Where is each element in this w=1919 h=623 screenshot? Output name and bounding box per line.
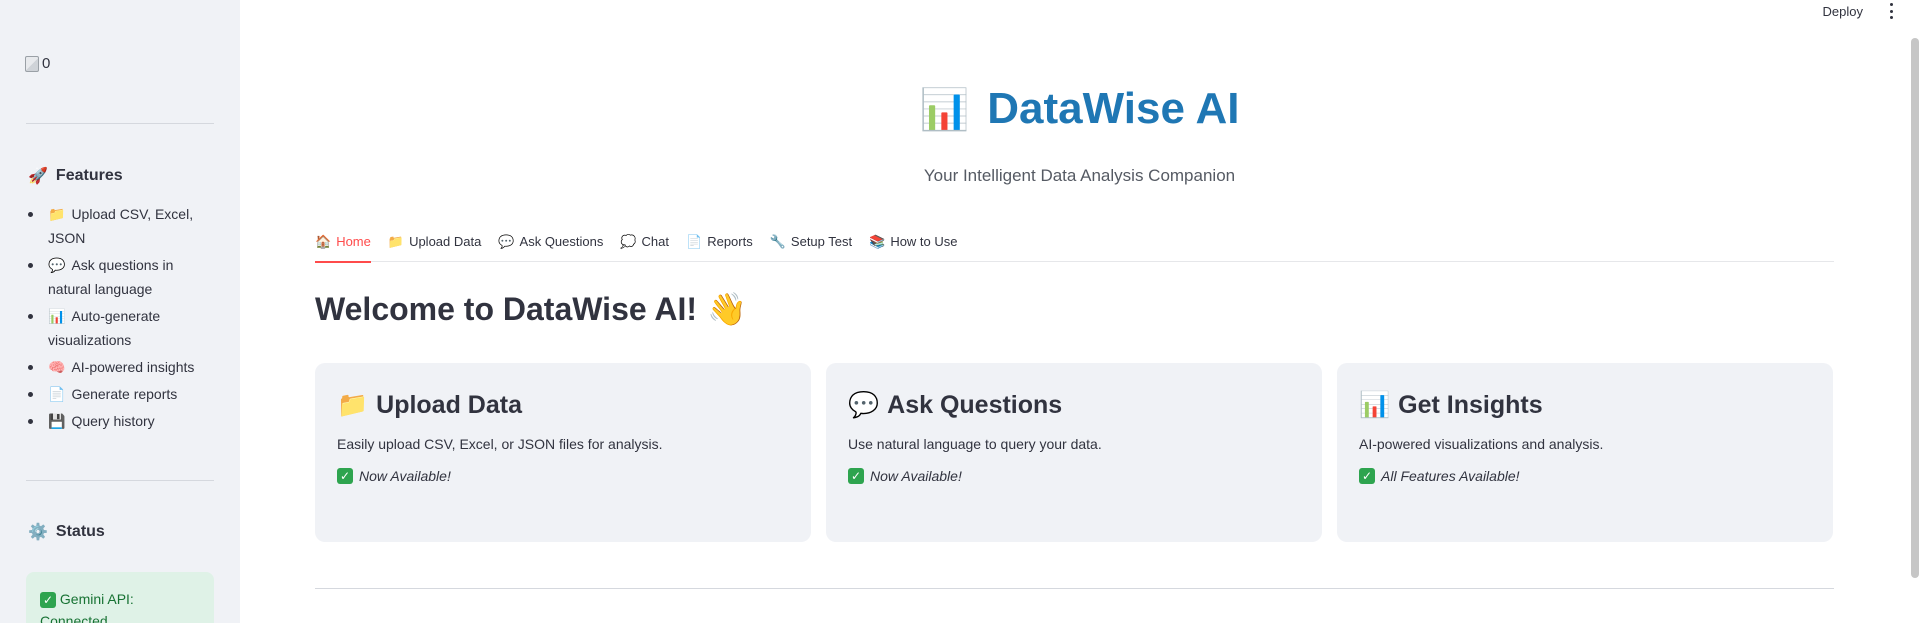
sidebar-divider bbox=[26, 123, 214, 124]
folder-icon: 📁 bbox=[48, 206, 66, 222]
deploy-button[interactable]: Deploy bbox=[1819, 2, 1867, 21]
status-success-box: ✓ Gemini API: Connected bbox=[26, 572, 214, 623]
features-heading: 🚀 Features bbox=[28, 166, 123, 186]
floppy-disk-icon: 💾 bbox=[48, 413, 66, 429]
tab-label: Setup Test bbox=[790, 234, 853, 249]
card-upload-data: 📁 Upload Data Easily upload CSV, Excel, … bbox=[315, 363, 811, 542]
list-item: 📁 Upload CSV, Excel, JSON bbox=[26, 202, 206, 250]
card-title-text: Ask Questions bbox=[887, 391, 1063, 419]
tab-label: Upload Data bbox=[409, 234, 482, 249]
list-item: 💬 Ask questions in natural language bbox=[26, 253, 206, 301]
card-description: AI-powered visualizations and analysis. bbox=[1359, 436, 1604, 452]
list-item: 🧠 AI-powered insights bbox=[26, 355, 206, 379]
document-icon: 📄 bbox=[48, 386, 66, 402]
folder-icon: 📁 bbox=[337, 391, 369, 419]
card-title: 📁 Upload Data bbox=[337, 391, 789, 420]
card-ask-questions: 💬 Ask Questions Use natural language to … bbox=[826, 363, 1322, 542]
feature-label: Upload CSV, Excel, JSON bbox=[48, 206, 194, 246]
feature-label: AI-powered insights bbox=[71, 359, 195, 375]
speech-bubble-icon: 💬 bbox=[48, 257, 66, 273]
tab-chat[interactable]: 💭 Chat bbox=[620, 232, 669, 262]
card-title-text: Upload Data bbox=[376, 391, 522, 419]
page-title-text: DataWise AI bbox=[987, 84, 1240, 133]
wrench-icon: 🔧 bbox=[769, 234, 786, 249]
section-divider bbox=[315, 588, 1834, 589]
card-description: Easily upload CSV, Excel, or JSON files … bbox=[337, 436, 663, 452]
tab-setup-test[interactable]: 🔧 Setup Test bbox=[770, 232, 852, 262]
check-icon: ✓ bbox=[337, 468, 353, 484]
card-status-text: Now Available! bbox=[870, 468, 962, 484]
check-icon: ✓ bbox=[1359, 468, 1375, 484]
feature-label: Query history bbox=[71, 413, 155, 429]
tab-label: Reports bbox=[707, 234, 753, 249]
card-title: 📊 Get Insights bbox=[1359, 391, 1811, 420]
list-item: 📊 Auto-generate visualizations bbox=[26, 304, 206, 352]
sidebar: 0 🚀 Features 📁 Upload CSV, Excel, JSON 💬 A… bbox=[0, 0, 240, 623]
brain-icon: 🧠 bbox=[48, 359, 66, 375]
more-menu-icon[interactable] bbox=[1887, 3, 1895, 19]
tab-home[interactable]: 🏠 Home bbox=[315, 232, 371, 263]
welcome-heading: Welcome to DataWise AI! 👋 bbox=[315, 290, 747, 328]
feature-cards: 📁 Upload Data Easily upload CSV, Excel, … bbox=[315, 363, 1833, 542]
tab-label: How to Use bbox=[890, 234, 958, 249]
card-status-text: Now Available! bbox=[359, 468, 451, 484]
logo-image: 0 bbox=[25, 55, 50, 72]
gear-icon: ⚙️ bbox=[28, 524, 48, 541]
status-heading: ⚙️ Status bbox=[28, 522, 105, 542]
card-status: ✓ Now Available! bbox=[337, 468, 789, 484]
tab-bar: 🏠 Home 📁 Upload Data 💬 Ask Questions 💭 C… bbox=[315, 232, 1834, 263]
books-icon: 📚 bbox=[869, 234, 886, 249]
tab-upload-data[interactable]: 📁 Upload Data bbox=[388, 232, 481, 262]
card-title: 💬 Ask Questions bbox=[848, 391, 1300, 420]
tab-label: Chat bbox=[641, 234, 670, 249]
tab-label: Ask Questions bbox=[519, 234, 604, 249]
tab-label: Home bbox=[336, 234, 371, 249]
status-heading-label: Status bbox=[55, 523, 105, 540]
sidebar-divider bbox=[26, 480, 214, 481]
card-title-text: Get Insights bbox=[1398, 391, 1543, 419]
feature-label: Generate reports bbox=[71, 386, 178, 402]
features-heading-label: Features bbox=[55, 167, 123, 184]
house-icon: 🏠 bbox=[315, 234, 332, 249]
speech-bubble-icon: 💬 bbox=[848, 391, 880, 419]
card-description: Use natural language to query your data. bbox=[848, 436, 1102, 452]
card-status: ✓ All Features Available! bbox=[1359, 468, 1811, 484]
welcome-heading-text: Welcome to DataWise AI! bbox=[315, 290, 698, 327]
list-item: 💾 Query history bbox=[26, 409, 206, 433]
card-status-text: All Features Available! bbox=[1381, 468, 1520, 484]
bar-chart-icon: 📊 bbox=[1359, 391, 1391, 419]
logo-alt-text: 0 bbox=[42, 55, 51, 72]
thought-bubble-icon: 💭 bbox=[620, 234, 637, 249]
tab-ask-questions[interactable]: 💬 Ask Questions bbox=[498, 232, 603, 262]
list-item: 📄 Generate reports bbox=[26, 382, 206, 406]
folder-icon: 📁 bbox=[387, 234, 405, 249]
waving-hand-icon: 👋 bbox=[707, 291, 747, 327]
check-icon: ✓ bbox=[848, 468, 864, 484]
feature-label: Ask questions in natural language bbox=[48, 257, 174, 297]
bar-chart-icon: 📊 bbox=[48, 308, 66, 324]
features-list: 📁 Upload CSV, Excel, JSON 💬 Ask questions … bbox=[26, 202, 206, 436]
card-status: ✓ Now Available! bbox=[848, 468, 1300, 484]
card-get-insights: 📊 Get Insights AI-powered visualizations… bbox=[1337, 363, 1833, 542]
rocket-icon: 🚀 bbox=[28, 168, 48, 185]
tab-reports[interactable]: 📄 Reports bbox=[686, 232, 753, 262]
tab-how-to-use[interactable]: 📚 How to Use bbox=[869, 232, 957, 262]
page-subtitle: Your Intelligent Data Analysis Companion bbox=[923, 166, 1236, 185]
broken-image-icon bbox=[25, 55, 39, 72]
check-icon: ✓ bbox=[40, 592, 56, 608]
page-title: 📊 DataWise AI bbox=[240, 84, 1919, 134]
bar-chart-icon: 📊 bbox=[919, 87, 970, 132]
speech-bubble-icon: 💬 bbox=[498, 234, 515, 249]
document-icon: 📄 bbox=[686, 234, 703, 249]
